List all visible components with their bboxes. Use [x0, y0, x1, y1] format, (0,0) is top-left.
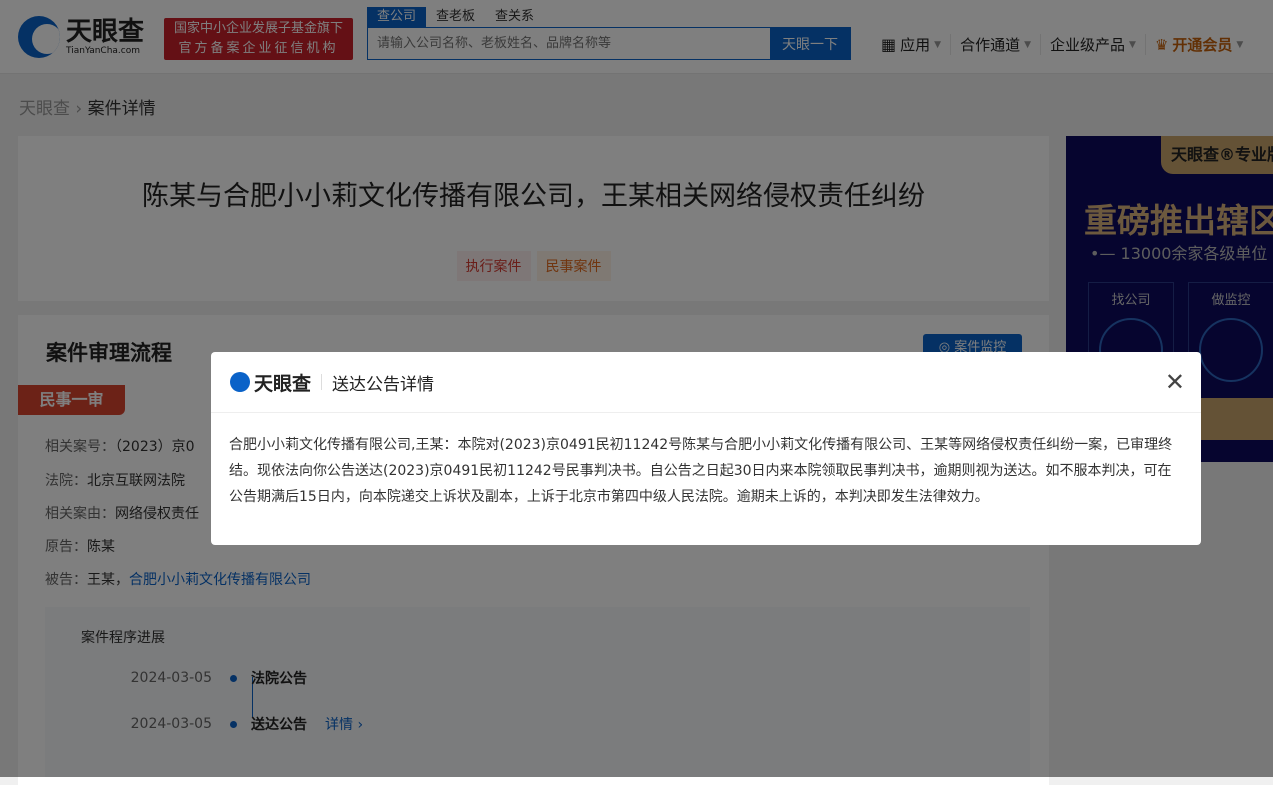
modal-title: 送达公告详情: [332, 374, 435, 395]
logo-text: 天眼查: [254, 372, 312, 395]
modal-logo: 天眼查: [230, 369, 311, 396]
modal-header: 天眼查 送达公告详情 ✕: [211, 352, 1201, 413]
modal-body: 合肥小小莉文化传播有限公司,王某：本院对(2023)京0491民初11242号陈…: [229, 437, 1173, 505]
notice-modal: 天眼查 送达公告详情 ✕ 合肥小小莉文化传播有限公司,王某：本院对(2023)京…: [211, 352, 1201, 545]
close-icon[interactable]: ✕: [1165, 370, 1185, 394]
logo-icon: [230, 372, 250, 392]
divider: [321, 374, 323, 390]
